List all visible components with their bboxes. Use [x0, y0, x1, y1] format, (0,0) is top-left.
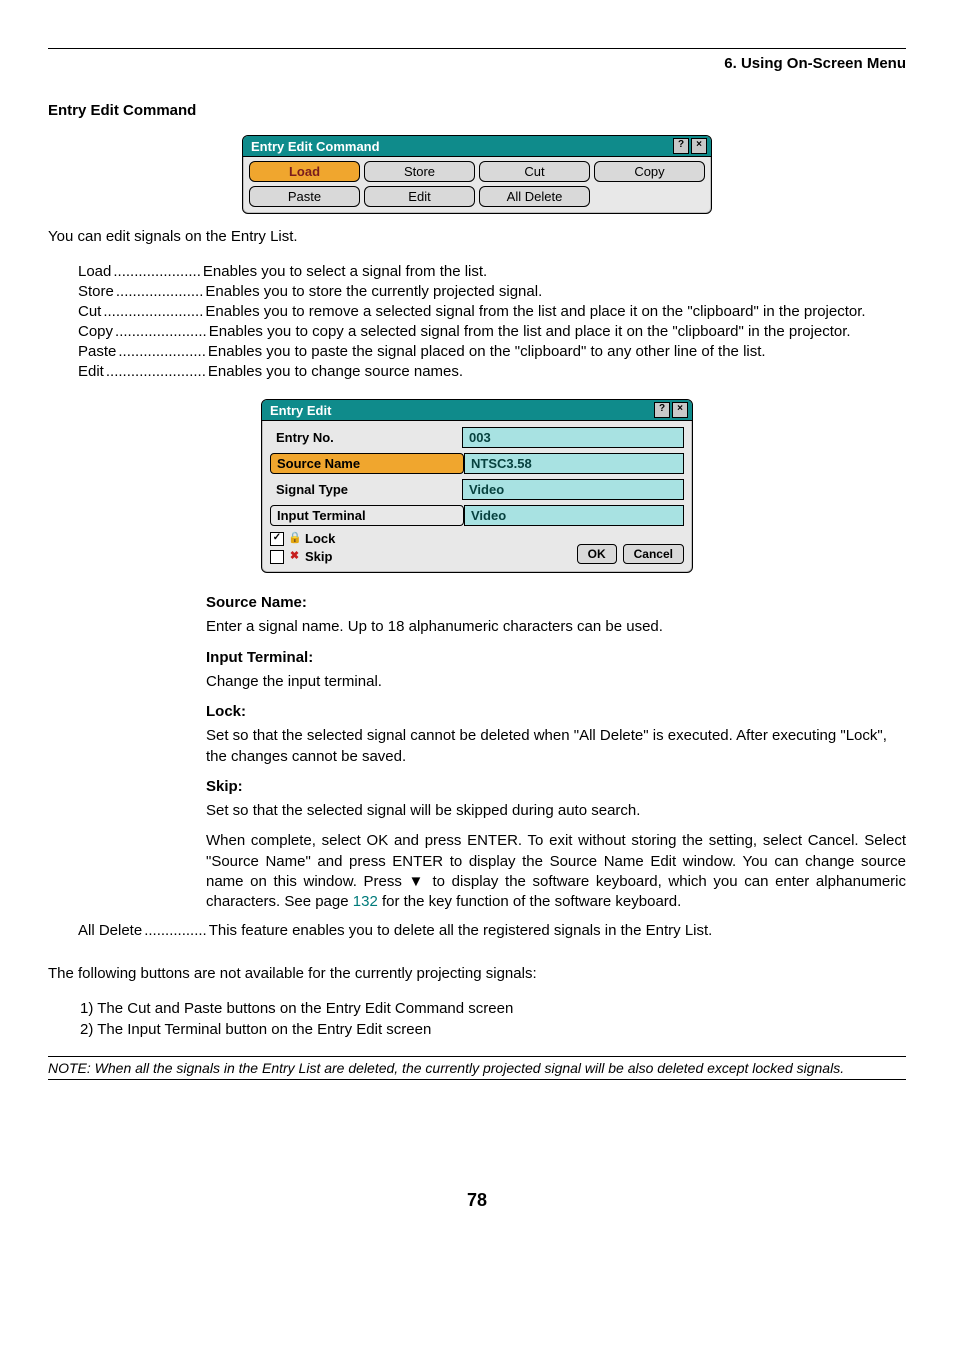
page-ref-link[interactable]: 132	[353, 893, 378, 910]
unavailable-para: The following buttons are not available …	[48, 965, 906, 982]
def-desc: Enables you to remove a selected signal …	[205, 303, 906, 320]
load-button[interactable]: Load	[249, 161, 360, 182]
dialog-title: Entry Edit	[270, 403, 331, 418]
source-name-heading: Source Name:	[206, 593, 906, 613]
complete-desc: When complete, select OK and press ENTER…	[206, 831, 906, 912]
entry-edit-command-dialog: Entry Edit Command ? × Load Store Cut Co…	[242, 135, 712, 214]
def-term: Store	[78, 283, 114, 300]
section-heading: Entry Edit Command	[48, 102, 906, 119]
lock-label: Lock	[305, 531, 335, 546]
intro-paragraph: You can edit signals on the Entry List.	[48, 228, 906, 245]
source-name-button[interactable]: Source Name	[270, 453, 464, 474]
definition-list: Load.....................Enables you to …	[78, 263, 906, 380]
skip-label: Skip	[305, 549, 332, 564]
def-desc: Enables you to change source names.	[208, 363, 906, 380]
paste-button[interactable]: Paste	[249, 186, 360, 207]
ok-button[interactable]: OK	[577, 544, 617, 564]
input-terminal-value[interactable]: Video	[464, 505, 684, 526]
def-term: Cut	[78, 303, 101, 320]
dialog-title: Entry Edit Command	[251, 139, 380, 154]
source-name-desc: Enter a signal name. Up to 18 alphanumer…	[206, 617, 906, 637]
skip-desc: Set so that the selected signal will be …	[206, 801, 906, 821]
close-icon[interactable]: ×	[672, 402, 688, 418]
input-terminal-heading: Input Terminal:	[206, 648, 906, 668]
close-icon[interactable]: ×	[691, 138, 707, 154]
list-item: 1) The Cut and Paste buttons on the Entr…	[80, 1000, 906, 1017]
def-term: All Delete	[78, 922, 142, 939]
help-icon[interactable]: ?	[654, 402, 670, 418]
help-icon[interactable]: ?	[673, 138, 689, 154]
all-delete-button[interactable]: All Delete	[479, 186, 590, 207]
cancel-button[interactable]: Cancel	[623, 544, 684, 564]
entry-no-value: 003	[462, 427, 684, 448]
edit-button[interactable]: Edit	[364, 186, 475, 207]
cut-button[interactable]: Cut	[479, 161, 590, 182]
lock-icon: 🔒	[288, 532, 301, 545]
copy-button[interactable]: Copy	[594, 161, 705, 182]
description-block: Source Name: Enter a signal name. Up to …	[206, 593, 906, 912]
input-terminal-button[interactable]: Input Terminal	[270, 505, 464, 526]
entry-no-label: Entry No.	[270, 428, 462, 447]
def-desc: Enables you to copy a selected signal fr…	[209, 323, 906, 340]
def-term: Paste	[78, 343, 116, 360]
store-button[interactable]: Store	[364, 161, 475, 182]
input-terminal-desc: Change the input terminal.	[206, 672, 906, 692]
lock-desc: Set so that the selected signal cannot b…	[206, 726, 906, 767]
entry-edit-dialog: Entry Edit ? × Entry No. 003 Source Name…	[261, 399, 693, 573]
def-desc: Enables you to select a signal from the …	[203, 263, 906, 280]
header-section-title: 6. Using On-Screen Menu	[48, 55, 906, 72]
skip-checkbox[interactable]	[270, 550, 284, 564]
def-term: Load	[78, 263, 111, 280]
skip-icon: ✖	[288, 550, 301, 563]
def-desc: Enables you to paste the signal placed o…	[208, 343, 906, 360]
def-desc: Enables you to store the currently proje…	[205, 283, 906, 300]
def-desc: This feature enables you to delete all t…	[209, 922, 906, 939]
skip-heading: Skip:	[206, 777, 906, 797]
def-term: Edit	[78, 363, 104, 380]
note-box: NOTE: When all the signals in the Entry …	[48, 1056, 906, 1080]
signal-type-label: Signal Type	[270, 480, 462, 499]
list-item: 2) The Input Terminal button on the Entr…	[80, 1021, 906, 1038]
lock-heading: Lock:	[206, 702, 906, 722]
signal-type-value: Video	[462, 479, 684, 500]
lock-checkbox[interactable]: ✓	[270, 532, 284, 546]
def-term: Copy	[78, 323, 113, 340]
source-name-value[interactable]: NTSC3.58	[464, 453, 684, 474]
unavailable-list: 1) The Cut and Paste buttons on the Entr…	[80, 1000, 906, 1038]
page-number: 78	[48, 1190, 906, 1211]
